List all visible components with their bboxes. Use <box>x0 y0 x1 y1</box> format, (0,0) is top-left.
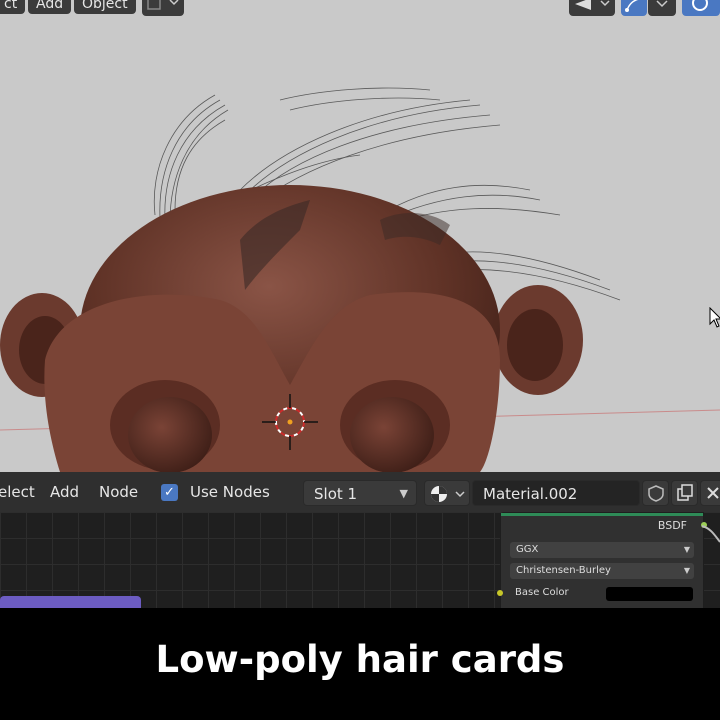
material-slot-dropdown[interactable]: Slot 1 ▼ <box>303 480 417 506</box>
overlay-icon <box>692 0 708 11</box>
node-header-bar <box>501 513 703 516</box>
pivot-icon <box>147 0 179 10</box>
subsurface-method-value: Christensen-Burley <box>516 565 611 576</box>
3d-viewport[interactable]: ct Add Object <box>0 0 720 472</box>
gizmo-icon <box>625 0 638 12</box>
node-editor-header: elect Add Node ✓ Use Nodes Slot 1 ▼ Mate… <box>0 472 720 513</box>
material-name-field[interactable]: Material.002 <box>472 480 640 506</box>
mouse-cursor-icon <box>709 307 720 328</box>
menu-add[interactable]: Add <box>28 0 72 14</box>
menu-object[interactable]: Object <box>74 0 136 14</box>
shader-node-editor[interactable]: elect Add Node ✓ Use Nodes Slot 1 ▼ Mate… <box>0 472 720 608</box>
menu-select[interactable]: elect <box>0 482 35 502</box>
browse-material-button[interactable] <box>424 480 470 506</box>
transform-pivot-button[interactable] <box>142 0 184 16</box>
material-name: Material.002 <box>483 485 578 503</box>
bsdf-output-label: BSDF <box>657 519 687 532</box>
shield-icon <box>648 485 664 502</box>
gizmo-toggle-button[interactable] <box>621 0 647 16</box>
base-color-socket[interactable] <box>497 590 503 596</box>
base-color-swatch[interactable] <box>606 587 693 601</box>
video-caption: Low-poly hair cards <box>0 608 720 720</box>
menu-node[interactable]: Node <box>99 482 138 502</box>
viewport-scene <box>0 87 720 472</box>
close-icon <box>707 487 719 499</box>
distribution-value: GGX <box>516 544 539 555</box>
principled-bsdf-node[interactable]: BSDF GGX ▼ Christensen-Burley ▼ Base Col… <box>497 512 707 608</box>
slot-value: Slot 1 <box>314 485 358 503</box>
chevron-down-icon: ▼ <box>683 566 690 575</box>
chevron-down-icon: ▼ <box>399 487 408 500</box>
node-header-purple[interactable] <box>0 596 141 608</box>
use-nodes-label: Use Nodes <box>190 483 270 501</box>
gizmo-dropdown-button[interactable] <box>648 0 676 16</box>
overlay-toggle-button[interactable] <box>682 0 720 16</box>
chevron-down-icon: ▼ <box>683 545 690 554</box>
menu-select[interactable]: ct <box>0 0 26 14</box>
material-sphere-icon <box>431 486 465 502</box>
duplicate-material-button[interactable] <box>671 480 698 506</box>
copy-icon <box>677 484 693 501</box>
menu-add[interactable]: Add <box>50 482 79 502</box>
fake-user-button[interactable] <box>642 480 669 506</box>
chevron-down-icon <box>656 0 668 8</box>
unlink-material-button[interactable] <box>700 480 720 506</box>
eye-icon <box>575 0 610 10</box>
base-color-label: Base Color <box>515 587 569 598</box>
node-link <box>701 525 720 543</box>
use-nodes-checkbox[interactable]: ✓ <box>161 484 178 501</box>
subsurface-method-dropdown[interactable]: Christensen-Burley ▼ <box>510 563 694 579</box>
viewport-header: ct Add Object <box>0 0 720 16</box>
distribution-dropdown[interactable]: GGX ▼ <box>510 542 694 558</box>
visibility-button[interactable] <box>569 0 615 16</box>
